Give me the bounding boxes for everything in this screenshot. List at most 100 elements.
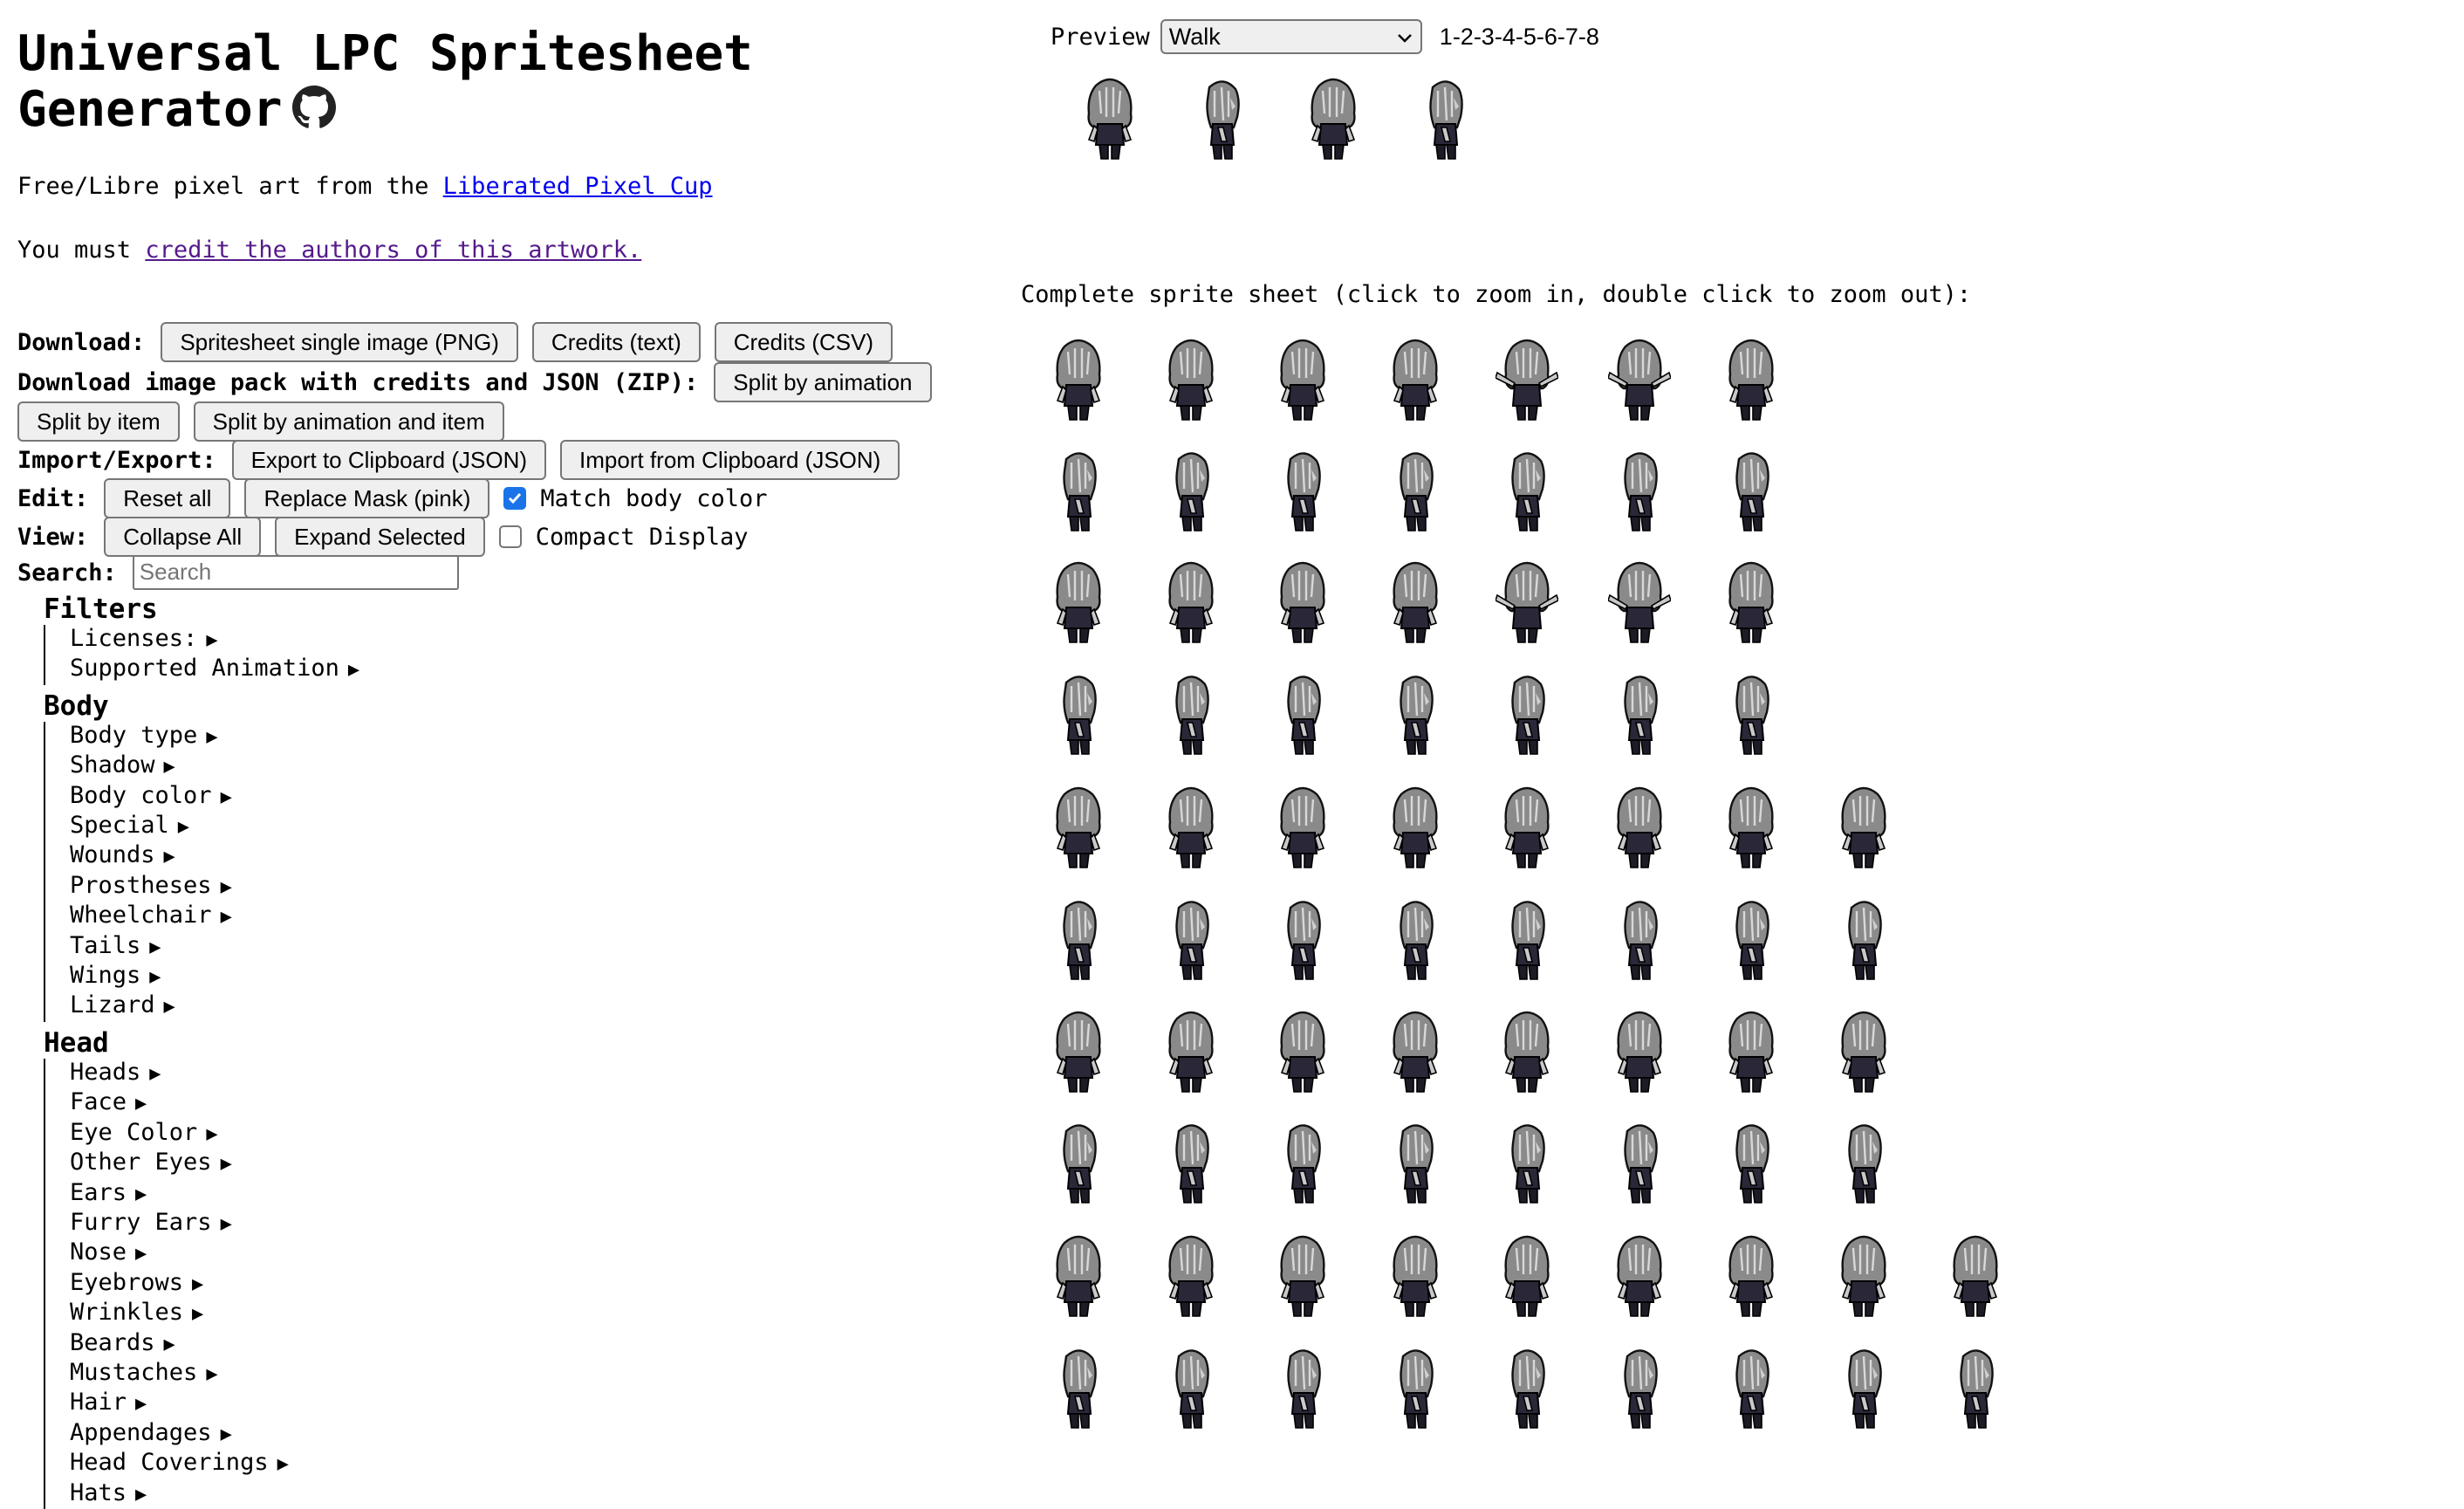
sheet-sprite <box>1047 1008 1110 1095</box>
sheet-sprite <box>1496 1119 1558 1206</box>
zip-row-2: Split by item Split by animation and ite… <box>17 401 518 442</box>
tree-item-label: Eyebrows <box>70 1268 184 1296</box>
tree-item-hats[interactable]: Hats ▶ <box>70 1479 359 1509</box>
expand-arrow-icon: ▶ <box>192 1272 204 1295</box>
tree-item-shadow[interactable]: Shadow ▶ <box>70 751 359 781</box>
tree-item-label: Ears <box>70 1178 127 1206</box>
tree-item-eyebrows[interactable]: Eyebrows ▶ <box>70 1269 359 1299</box>
sheet-sprite <box>1271 784 1334 871</box>
tree-item-nose[interactable]: Nose ▶ <box>70 1238 359 1268</box>
sheet-sprite <box>1608 1119 1671 1206</box>
title-line-2: Generator <box>17 81 283 138</box>
sheet-sprite <box>1384 784 1447 871</box>
expand-arrow-icon: ▶ <box>206 629 218 651</box>
sheet-sprite <box>1271 1008 1334 1095</box>
filters-list: Licenses: ▶ Supported Animation ▶ <box>44 625 359 685</box>
search-input[interactable]: Search <box>132 555 459 590</box>
tree-item-label: Wheelchair <box>70 902 212 929</box>
tree-item-label: Supported Animation <box>70 655 339 682</box>
download-png-button[interactable]: Spritesheet single image (PNG) <box>161 322 518 362</box>
tree-item-ears[interactable]: Ears ▶ <box>70 1179 359 1209</box>
compact-display-checkbox[interactable] <box>498 525 522 548</box>
split-by-animation-and-item-button[interactable]: Split by animation and item <box>193 401 504 442</box>
tree-item-label: Face <box>70 1088 127 1116</box>
sheet-sprite <box>1384 559 1447 646</box>
tree-item-body-color[interactable]: Body color ▶ <box>70 782 359 812</box>
expand-arrow-icon: ▶ <box>277 1453 289 1476</box>
tree-item-face[interactable]: Face ▶ <box>70 1088 359 1118</box>
control-panel: Universal LPC Spritesheet Generator Free… <box>17 0 986 1509</box>
github-icon[interactable] <box>292 86 337 129</box>
sheet-sprite <box>1720 336 1783 423</box>
credits-text-button[interactable]: Credits (text) <box>531 322 701 362</box>
sheet-sprite <box>1047 784 1110 871</box>
tree-item-wheelchair[interactable]: Wheelchair ▶ <box>70 902 359 931</box>
tree-item-wrinkles[interactable]: Wrinkles ▶ <box>70 1299 359 1328</box>
sheet-sprite <box>1271 336 1334 423</box>
expand-arrow-icon: ▶ <box>220 1423 232 1445</box>
sheet-sprite <box>1160 559 1222 646</box>
match-body-color-label: Match body color <box>540 484 768 512</box>
tree-item-prostheses[interactable]: Prostheses ▶ <box>70 872 359 902</box>
download-row: Download: Spritesheet single image (PNG)… <box>17 322 907 362</box>
chevron-down-icon <box>1396 24 1413 51</box>
sheet-sprite <box>1720 1344 1783 1431</box>
expand-arrow-icon: ▶ <box>220 906 232 929</box>
expand-arrow-icon: ▶ <box>135 1243 147 1266</box>
tree-item-appendages[interactable]: Appendages ▶ <box>70 1419 359 1449</box>
credits-csv-button[interactable]: Credits (CSV) <box>714 322 893 362</box>
tree-item-wings[interactable]: Wings ▶ <box>70 962 359 991</box>
zip-label: Download image pack with credits and JSO… <box>17 368 699 396</box>
preview-sprite <box>1190 75 1253 162</box>
animation-select-value: Walk <box>1168 23 1221 50</box>
tree-item-head-coverings[interactable]: Head Coverings ▶ <box>70 1449 359 1478</box>
preview-label: Preview <box>1051 23 1150 51</box>
tree-item-licenses[interactable]: Licenses: ▶ <box>70 625 359 655</box>
sheet-sprite <box>1608 559 1671 646</box>
tree-item-lizard[interactable]: Lizard ▶ <box>70 991 359 1021</box>
tree-item-furry-ears[interactable]: Furry Ears ▶ <box>70 1209 359 1238</box>
sheet-sprite <box>1160 447 1222 534</box>
export-clipboard-button[interactable]: Export to Clipboard (JSON) <box>231 440 547 480</box>
frame-cycle-text: 1-2-3-4-5-6-7-8 <box>1439 23 1599 50</box>
filters-heading: Filters <box>44 593 158 625</box>
tree-item-eye-color[interactable]: Eye Color ▶ <box>70 1119 359 1149</box>
tree-item-label: Eye Color <box>70 1118 198 1146</box>
expand-arrow-icon: ▶ <box>177 816 190 839</box>
tree-item-label: Special <box>70 812 169 840</box>
tree-item-beards[interactable]: Beards ▶ <box>70 1329 359 1359</box>
lpc-link[interactable]: Liberated Pixel Cup <box>443 173 713 200</box>
expand-selected-button[interactable]: Expand Selected <box>275 517 485 557</box>
sheet-sprite <box>1271 1119 1334 1206</box>
tree-item-tails[interactable]: Tails ▶ <box>70 932 359 962</box>
tree-item-special[interactable]: Special ▶ <box>70 812 359 841</box>
sheet-sprite <box>1720 1119 1783 1206</box>
tree-item-mustaches[interactable]: Mustaches ▶ <box>70 1359 359 1389</box>
tree-item-heads[interactable]: Heads ▶ <box>70 1059 359 1088</box>
animation-select[interactable]: Walk <box>1160 19 1422 54</box>
credit-line: You must credit the authors of this artw… <box>17 237 641 264</box>
split-by-animation-button[interactable]: Split by animation <box>714 362 932 402</box>
sheet-sprite <box>1160 1344 1222 1431</box>
sheet-sprite <box>1608 1008 1671 1095</box>
tree-item-label: Nose <box>70 1238 127 1266</box>
import-clipboard-button[interactable]: Import from Clipboard (JSON) <box>560 440 900 480</box>
tree-item-supported-animation[interactable]: Supported Animation ▶ <box>70 655 359 684</box>
collapse-all-button[interactable]: Collapse All <box>104 517 262 557</box>
expand-arrow-icon: ▶ <box>220 1212 232 1235</box>
sheet-sprite <box>1384 1008 1447 1095</box>
tree-item-other-eyes[interactable]: Other Eyes ▶ <box>70 1149 359 1178</box>
reset-all-button[interactable]: Reset all <box>104 478 231 518</box>
credit-authors-link[interactable]: credit the authors of this artwork. <box>145 237 641 264</box>
tree-item-hair[interactable]: Hair ▶ <box>70 1389 359 1418</box>
sheet-sprite <box>1832 784 1895 871</box>
sheet-sprite <box>1271 1232 1334 1320</box>
expand-arrow-icon: ▶ <box>163 756 175 779</box>
match-body-color-checkbox[interactable] <box>503 487 527 510</box>
split-by-item-button[interactable]: Split by item <box>17 401 180 442</box>
sheet-sprite <box>1384 1344 1447 1431</box>
tree-item-body-type[interactable]: Body type ▶ <box>70 722 359 751</box>
tree-item-wounds[interactable]: Wounds ▶ <box>70 841 359 871</box>
replace-mask-button[interactable]: Replace Mask (pink) <box>244 478 490 518</box>
sheet-sprite <box>1720 784 1783 871</box>
